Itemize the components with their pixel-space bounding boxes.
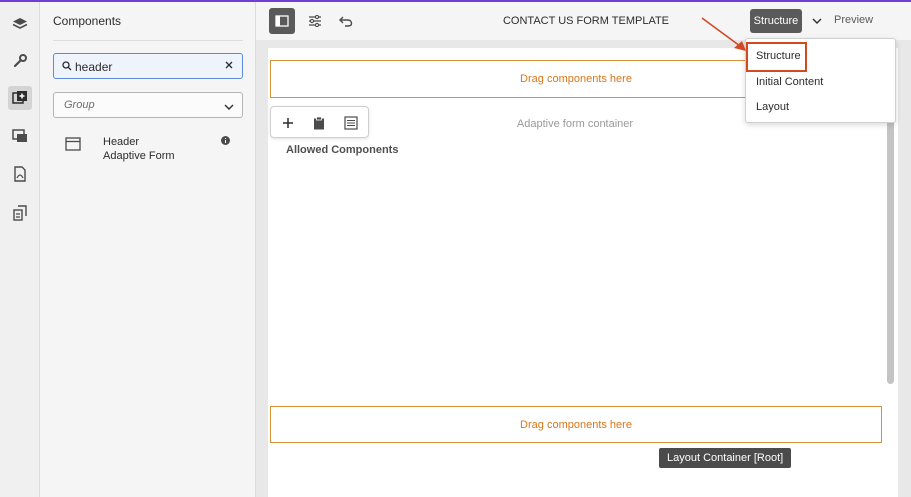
component-icon (65, 137, 81, 154)
info-icon[interactable] (221, 134, 230, 148)
drop-zone-bottom-label: Drag components here (520, 418, 632, 431)
menu-item-structure[interactable]: Structure (756, 50, 801, 62)
components-icon[interactable] (8, 86, 32, 110)
container-label: Adaptive form container (516, 118, 634, 130)
content-tree-icon[interactable] (8, 201, 32, 225)
mode-button[interactable]: Structure (750, 9, 802, 33)
page-properties-icon[interactable] (302, 8, 328, 34)
component-search-input[interactable]: header (53, 53, 243, 79)
assets-icon[interactable] (8, 124, 32, 148)
layout-container-tooltip: Layout Container [Root] (659, 448, 792, 468)
paste-icon[interactable] (309, 113, 329, 133)
chevron-down-icon (224, 100, 234, 114)
side-rail (0, 2, 40, 497)
canvas-scrollbar[interactable] (887, 120, 894, 384)
document-title: CONTACT US FORM TEMPLATE (502, 15, 670, 27)
menu-item-initial-content[interactable]: Initial Content (756, 76, 823, 88)
panel-divider (53, 40, 243, 41)
search-icon (62, 60, 72, 74)
group-select[interactable]: Group (53, 92, 243, 118)
component-name-line2: Adaptive Form (103, 150, 175, 162)
component-name-line1: Header (103, 136, 140, 148)
drop-zone-top-label: Drag components here (520, 73, 632, 85)
mode-dropdown-menu: Structure Initial Content Layout (745, 38, 896, 123)
annotation-arrow-icon (701, 17, 746, 51)
component-name: Header Adaptive Form (103, 135, 175, 163)
mode-chevron-down-icon[interactable] (812, 14, 822, 28)
undo-icon[interactable] (333, 8, 359, 34)
layers-icon[interactable] (8, 12, 32, 36)
drop-zone-bottom[interactable]: Drag components here (270, 406, 882, 443)
panel-title: Components (53, 14, 122, 28)
clear-search-icon[interactable] (222, 58, 236, 72)
menu-item-layout[interactable]: Layout (756, 101, 789, 113)
allowed-components-label[interactable]: Allowed Components (286, 144, 398, 156)
preview-button[interactable]: Preview (834, 14, 873, 26)
toggle-side-panel-button[interactable] (269, 8, 295, 34)
component-list-item[interactable]: Header Adaptive Form (53, 132, 243, 168)
components-panel: Components header Group Header Adaptive … (40, 2, 256, 497)
editor-toolbar: CONTACT US FORM TEMPLATE Structure Previ… (256, 2, 911, 40)
search-value[interactable]: header (75, 60, 112, 74)
policy-icon[interactable] (341, 113, 361, 133)
component-toolbar (270, 106, 369, 138)
pdf-icon[interactable] (8, 162, 32, 186)
wrench-icon[interactable] (8, 49, 32, 73)
insert-component-icon[interactable] (278, 113, 298, 133)
group-placeholder: Group (64, 99, 95, 111)
